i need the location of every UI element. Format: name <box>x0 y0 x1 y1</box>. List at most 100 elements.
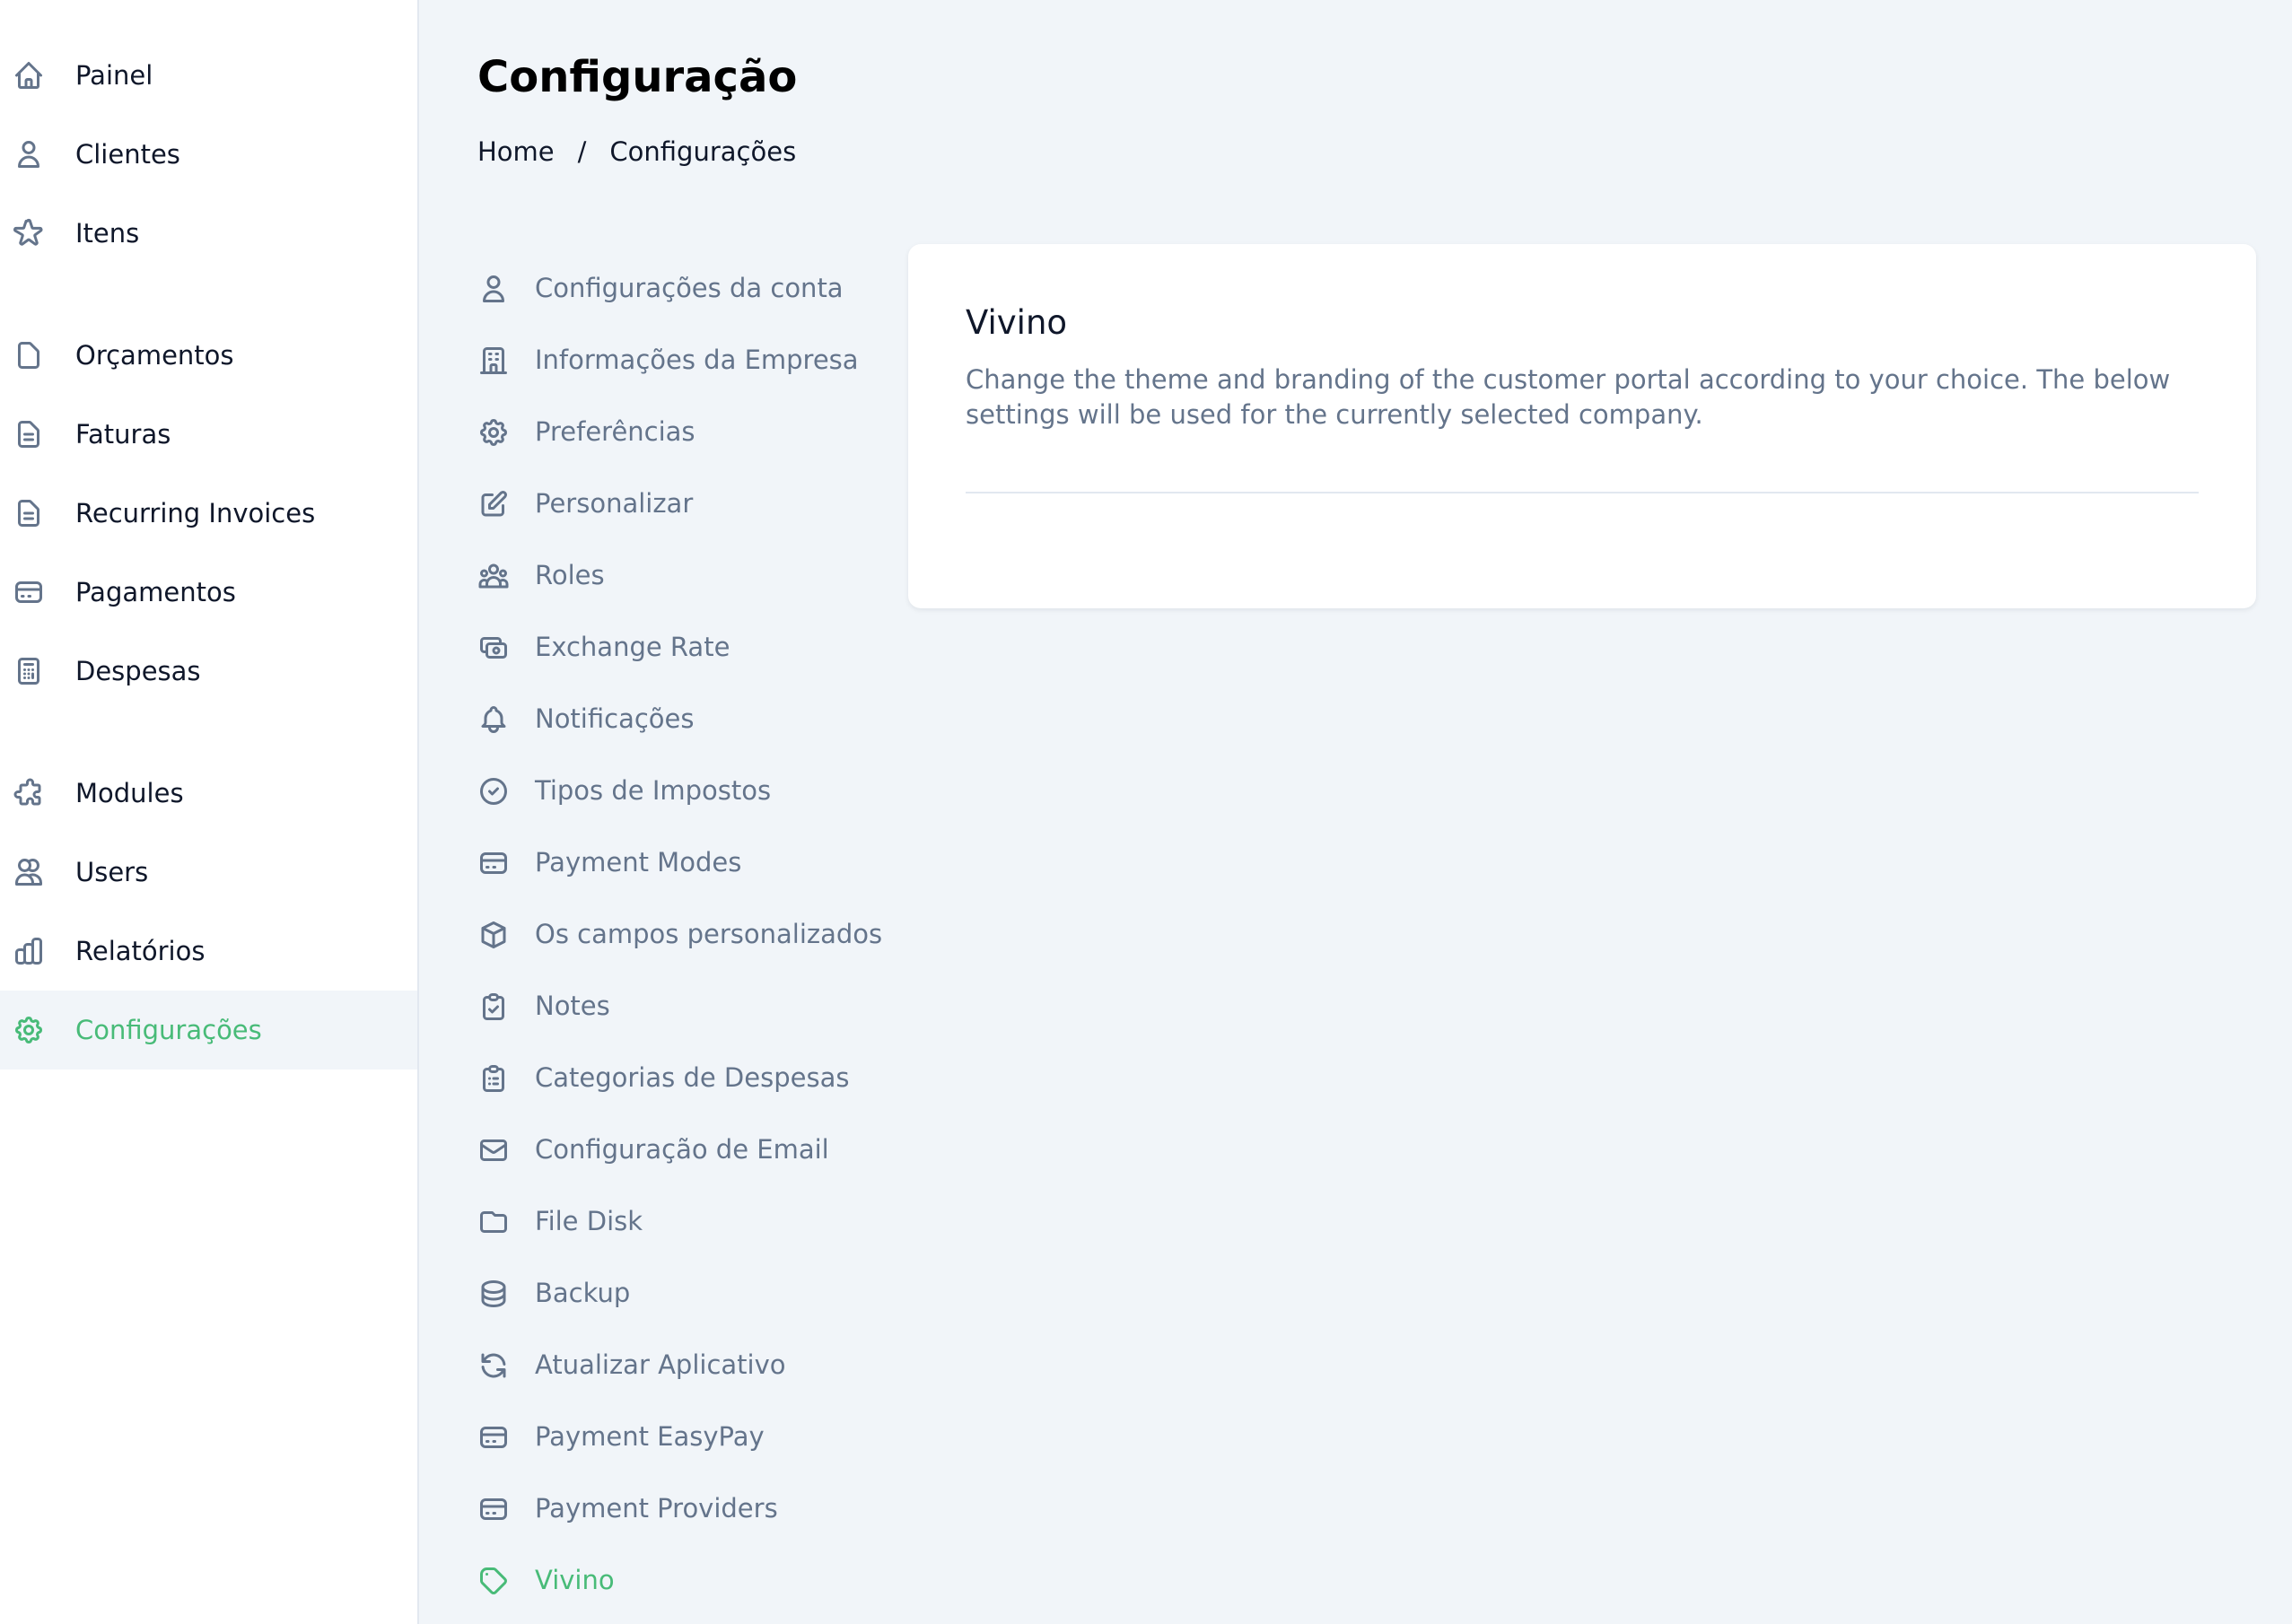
settings-item-label: Os campos personalizados <box>535 919 883 949</box>
star-icon <box>13 217 45 249</box>
settings-item-preferences[interactable]: Preferências <box>477 404 890 461</box>
sidebar-item-label: Faturas <box>75 419 171 450</box>
settings-item-payment-modes[interactable]: Payment Modes <box>477 834 890 892</box>
settings-item-label: Configurações da conta <box>535 273 844 303</box>
settings-item-customize[interactable]: Personalizar <box>477 476 890 533</box>
settings-item-label: Notes <box>535 991 610 1021</box>
sidebar-item-relatorios[interactable]: Relatórios <box>0 912 417 991</box>
settings-item-payment-easypay[interactable]: Payment EasyPay <box>477 1409 890 1466</box>
clipboard-list-icon <box>477 1062 510 1095</box>
settings-item-label: Categorias de Despesas <box>535 1062 850 1093</box>
sidebar-item-users[interactable]: Users <box>0 833 417 912</box>
sidebar-item-painel[interactable]: Painel <box>0 36 417 115</box>
settings-item-notes[interactable]: Notes <box>477 978 890 1035</box>
document-icon <box>13 339 45 371</box>
sidebar-item-label: Configurações <box>75 1015 262 1045</box>
settings-item-file-disk[interactable]: File Disk <box>477 1193 890 1251</box>
sidebar-item-itens[interactable]: Itens <box>0 194 417 273</box>
settings-item-email-config[interactable]: Configuração de Email <box>477 1122 890 1179</box>
settings-item-exchange-rate[interactable]: Exchange Rate <box>477 619 890 677</box>
settings-item-label: Payment EasyPay <box>535 1421 765 1452</box>
folder-icon <box>477 1206 510 1238</box>
mail-icon <box>477 1134 510 1166</box>
settings-item-label: Preferências <box>535 416 695 447</box>
sidebar-item-modules[interactable]: Modules <box>0 754 417 833</box>
user-group-icon <box>477 560 510 592</box>
credit-card-icon <box>477 847 510 879</box>
tag-icon <box>477 1565 510 1597</box>
cog-icon <box>13 1014 45 1046</box>
settings-item-label: Payment Modes <box>535 847 742 877</box>
sidebar-item-label: Users <box>75 857 149 887</box>
settings-item-label: Informações da Empresa <box>535 345 859 375</box>
sidebar-item-label: Itens <box>75 218 140 249</box>
breadcrumb: Home / Configurações <box>477 136 796 167</box>
calculator-icon <box>13 655 45 687</box>
settings-item-label: Notificações <box>535 703 695 734</box>
clipboard-check-icon <box>477 991 510 1023</box>
sidebar-item-recurring-invoices[interactable]: Recurring Invoices <box>0 474 417 553</box>
database-icon <box>477 1278 510 1310</box>
pencil-alt-icon <box>477 488 510 520</box>
settings-item-custom-fields[interactable]: Os campos personalizados <box>477 906 890 964</box>
credit-card-icon <box>477 1493 510 1525</box>
cube-icon <box>477 919 510 951</box>
card-description: Change the theme and branding of the cus… <box>966 364 2171 430</box>
sidebar-item-label: Painel <box>75 60 153 91</box>
settings-item-label: Payment Providers <box>535 1493 778 1524</box>
sidebar-item-label: Modules <box>75 778 184 808</box>
breadcrumb-separator: / <box>577 136 587 167</box>
settings-item-label: Atualizar Aplicativo <box>535 1349 786 1380</box>
card-title: Vivino <box>966 303 1068 342</box>
settings-item-notifications[interactable]: Notificações <box>477 691 890 748</box>
settings-item-company[interactable]: Informações da Empresa <box>477 332 890 389</box>
breadcrumb-current[interactable]: Configurações <box>609 136 796 167</box>
sidebar-item-configuracoes[interactable]: Configurações <box>0 991 417 1070</box>
settings-item-tax-types[interactable]: Tipos de Impostos <box>477 763 890 820</box>
settings-item-account[interactable]: Configurações da conta <box>477 260 890 318</box>
settings-card: Vivino Change the theme and branding of … <box>908 244 2256 608</box>
settings-item-label: Personalizar <box>535 488 694 519</box>
check-circle-icon <box>477 775 510 808</box>
document-text-icon <box>13 497 45 529</box>
settings-item-payment-providers[interactable]: Payment Providers <box>477 1480 890 1538</box>
refresh-icon <box>477 1349 510 1382</box>
settings-item-label: Roles <box>535 560 605 590</box>
credit-card-icon <box>13 576 45 608</box>
sidebar-item-label: Clientes <box>75 139 180 170</box>
sidebar-item-label: Recurring Invoices <box>75 498 316 528</box>
user-icon <box>13 138 45 170</box>
office-building-icon <box>477 345 510 377</box>
card-divider <box>966 492 2199 493</box>
user-icon <box>477 273 510 305</box>
credit-card-icon <box>477 1421 510 1454</box>
bell-icon <box>477 703 510 736</box>
sidebar-item-clientes[interactable]: Clientes <box>0 115 417 194</box>
settings-item-label: Exchange Rate <box>535 632 730 662</box>
sidebar-item-despesas[interactable]: Despesas <box>0 632 417 711</box>
sidebar-item-label: Relatórios <box>75 936 206 966</box>
home-icon <box>13 59 45 92</box>
settings-item-vivino[interactable]: Vivino <box>477 1552 890 1610</box>
settings-item-label: Configuração de Email <box>535 1134 829 1165</box>
page-title: Configuração <box>477 52 798 102</box>
settings-item-label: Vivino <box>535 1565 615 1595</box>
document-text-icon <box>13 418 45 450</box>
sidebar-item-pagamentos[interactable]: Pagamentos <box>0 553 417 632</box>
sidebar-item-label: Despesas <box>75 656 201 686</box>
cog-icon <box>477 416 510 449</box>
sidebar-item-faturas[interactable]: Faturas <box>0 395 417 474</box>
settings-item-roles[interactable]: Roles <box>477 547 890 605</box>
puzzle-icon <box>13 777 45 809</box>
sidebar-item-orcamentos[interactable]: Orçamentos <box>0 316 417 395</box>
sidebar-item-label: Orçamentos <box>75 340 234 371</box>
breadcrumb-home-link[interactable]: Home <box>477 136 555 167</box>
settings-item-label: Backup <box>535 1278 631 1308</box>
settings-item-backup[interactable]: Backup <box>477 1265 890 1323</box>
settings-item-update-app[interactable]: Atualizar Aplicativo <box>477 1337 890 1394</box>
users-icon <box>13 856 45 888</box>
chart-bar-icon <box>13 935 45 967</box>
settings-item-label: Tipos de Impostos <box>535 775 772 806</box>
settings-item-expense-categories[interactable]: Categorias de Despesas <box>477 1050 890 1107</box>
sidebar-item-label: Pagamentos <box>75 577 236 607</box>
